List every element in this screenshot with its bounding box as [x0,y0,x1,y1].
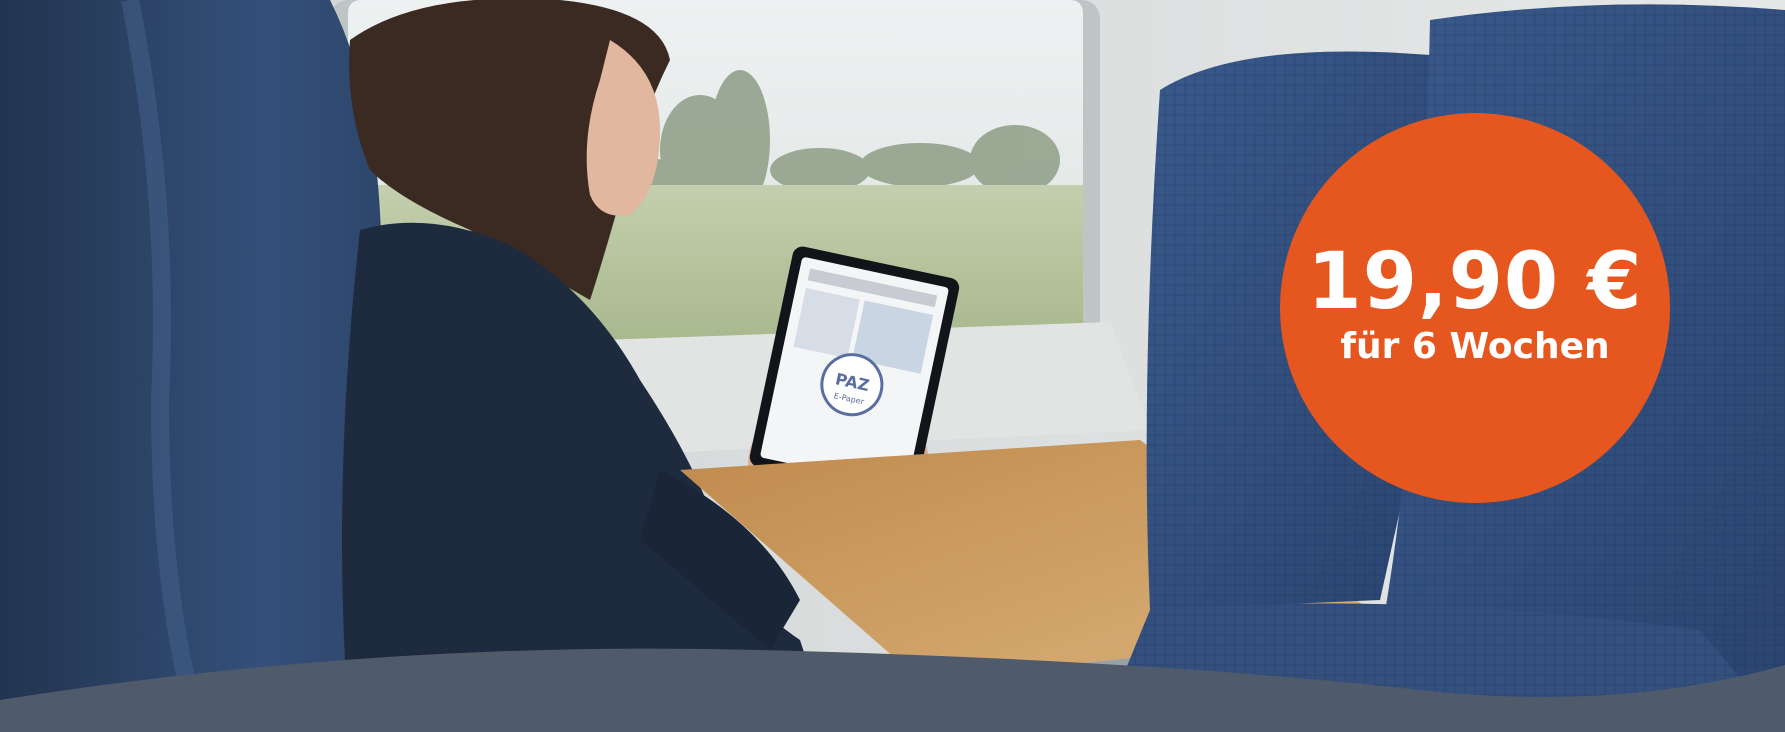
price-badge: 19,90 € für 6 Wochen [1280,113,1670,503]
duration-text: für 6 Wochen [1340,326,1610,368]
price-text: 19,90 € [1307,237,1643,328]
promo-banner: PAZ E-Paper 19,90 € für 6 Wochen [0,0,1785,732]
